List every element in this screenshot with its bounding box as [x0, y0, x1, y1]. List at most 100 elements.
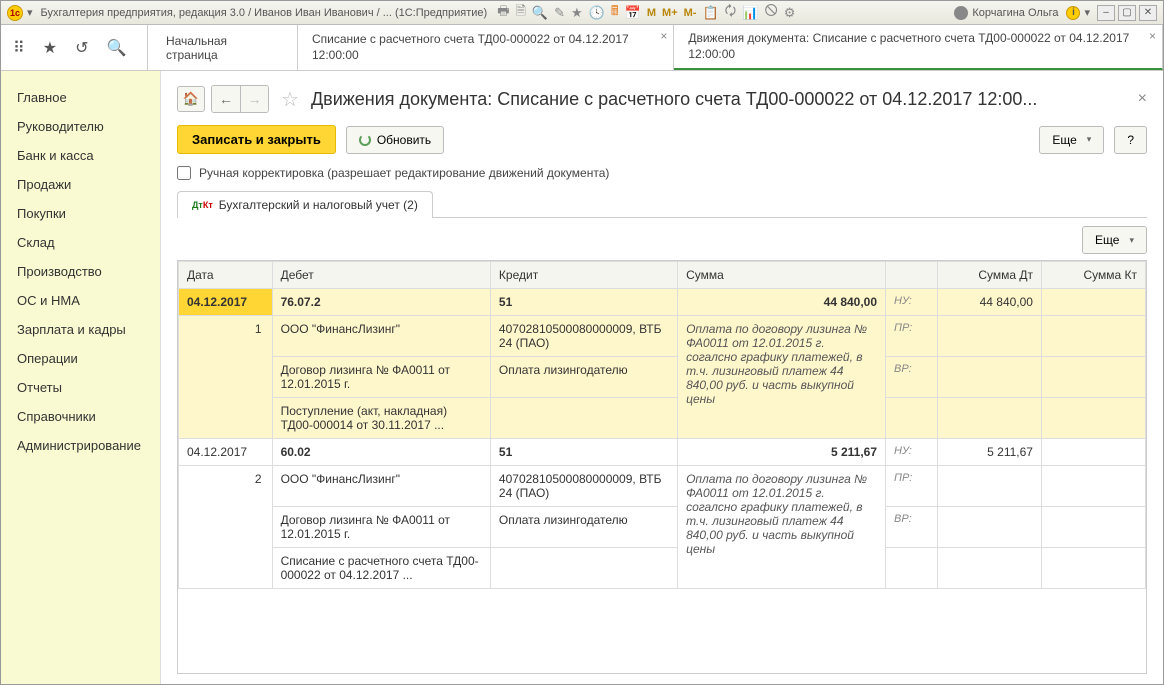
info-dropdown[interactable]: ▾: [1084, 6, 1090, 19]
cell-kredit-acc: 51: [490, 439, 677, 466]
back-button[interactable]: ←: [212, 86, 240, 112]
cell-pr-label: ПР:: [886, 316, 938, 357]
entry-subrow[interactable]: Списание с расчетного счета ТД00-000022 …: [179, 548, 1146, 589]
cell-descr: Оплата по договору лизинга № ФА0011 от 1…: [678, 316, 886, 439]
sidebar-item[interactable]: ОС и НМА: [1, 286, 160, 315]
sidebar-item[interactable]: Производство: [1, 257, 160, 286]
main-tabs: ⠿ ★ ↺ 🔍 Начальная страница Списание с ра…: [1, 25, 1163, 71]
header-row: 🏠 ← → ☆ Движения документа: Списание с р…: [177, 85, 1147, 113]
more-button[interactable]: Еще: [1039, 126, 1104, 154]
tab-document-1[interactable]: Списание с расчетного счета ТД00-000022 …: [298, 25, 674, 70]
cell-sum-kt: [1041, 289, 1145, 316]
manual-edit-checkbox-input[interactable]: [177, 166, 191, 180]
toolbar-icon[interactable]: ✎: [554, 5, 565, 21]
entry-subrow[interactable]: 2 ООО "ФинансЛизинг" 4070281050008000000…: [179, 466, 1146, 507]
toolstrip: ⠿ ★ ↺ 🔍: [1, 25, 148, 70]
entry-subrow[interactable]: Поступление (акт, накладная) ТД00-000014…: [179, 398, 1146, 439]
sidebar-item[interactable]: Банк и касса: [1, 141, 160, 170]
sidebar-item[interactable]: Справочники: [1, 402, 160, 431]
col-sum-dt[interactable]: Сумма Дт: [938, 262, 1042, 289]
info-icon[interactable]: i: [1066, 6, 1080, 20]
maximize-button[interactable]: ▢: [1118, 5, 1136, 21]
toolbar-icon[interactable]: 🗘: [725, 2, 737, 24]
app-menu-dropdown[interactable]: ▾: [27, 6, 33, 19]
help-button[interactable]: ?: [1114, 126, 1147, 154]
tab-start[interactable]: Начальная страница: [148, 25, 298, 70]
sidebar-item[interactable]: Продажи: [1, 170, 160, 199]
cell-vr-label: ВР:: [886, 357, 938, 398]
accounting-tab[interactable]: ДтКт Бухгалтерский и налоговый учет (2): [177, 191, 433, 218]
refresh-icon: [359, 134, 371, 146]
body: Главное Руководителю Банк и касса Продаж…: [1, 71, 1163, 684]
toolbar-icon[interactable]: 📊: [742, 5, 758, 21]
tab-document-2[interactable]: Движения документа: Списание с расчетног…: [674, 25, 1163, 70]
m-plus-button[interactable]: M+: [662, 7, 678, 19]
cell-debet-sub: Списание с расчетного счета ТД00-000022 …: [272, 548, 490, 589]
save-close-button[interactable]: Записать и закрыть: [177, 125, 336, 154]
sidebar-item[interactable]: Покупки: [1, 199, 160, 228]
app-window: 1c ▾ Бухгалтерия предприятия, редакция 3…: [0, 0, 1164, 685]
history-icon[interactable]: ↺: [75, 38, 88, 58]
search-icon[interactable]: 🔍: [106, 38, 126, 58]
toolbar-icon[interactable]: 📋: [702, 5, 718, 21]
entries-table: Дата Дебет Кредит Сумма Сумма Дт Сумма К…: [178, 261, 1146, 589]
entry-subrow[interactable]: Договор лизинга № ФА0011 от 12.01.2015 г…: [179, 507, 1146, 548]
minimize-button[interactable]: –: [1097, 5, 1115, 21]
history-icon[interactable]: 🕓: [589, 5, 605, 21]
cell-nu-label: НУ:: [886, 289, 938, 316]
forward-button[interactable]: →: [240, 86, 268, 112]
table-more-button[interactable]: Еще: [1082, 226, 1147, 254]
apps-icon[interactable]: ⠿: [13, 38, 25, 58]
sidebar-item[interactable]: Зарплата и кадры: [1, 315, 160, 344]
tab-label: Начальная страница: [166, 34, 279, 62]
cell-debet-sub: Поступление (акт, накладная) ТД00-000014…: [272, 398, 490, 439]
toolbar-icon[interactable]: 🔍: [532, 5, 548, 21]
calendar-icon[interactable]: 📅: [625, 5, 641, 21]
content: 🏠 ← → ☆ Движения документа: Списание с р…: [161, 71, 1163, 684]
sidebar-item[interactable]: Отчеты: [1, 373, 160, 402]
sidebar-item[interactable]: Операции: [1, 344, 160, 373]
entry-row[interactable]: 04.12.2017 60.02 51 5 211,67 НУ: 5 211,6…: [179, 439, 1146, 466]
manual-edit-checkbox[interactable]: Ручная корректировка (разрешает редактир…: [177, 166, 1147, 180]
toolbar-icon[interactable]: 🛇: [764, 2, 777, 24]
settings-icon[interactable]: ⚙: [784, 5, 796, 21]
sidebar-item[interactable]: Администрирование: [1, 431, 160, 460]
col-sum[interactable]: Сумма: [678, 262, 886, 289]
toolbar-icon[interactable]: 🗎: [515, 2, 525, 24]
sidebar-item[interactable]: Главное: [1, 83, 160, 112]
sidebar-item[interactable]: Руководителю: [1, 112, 160, 141]
cell-kredit-sub: 40702810500080000009, ВТБ 24 (ПАО): [490, 466, 677, 507]
m-button[interactable]: M: [647, 7, 656, 19]
dt-kt-icon: ДтКт: [192, 200, 213, 210]
refresh-button[interactable]: Обновить: [346, 126, 444, 154]
toolbar-icon[interactable]: 🖶: [497, 2, 509, 24]
home-button[interactable]: 🏠: [177, 86, 205, 112]
entry-row[interactable]: 04.12.2017 76.07.2 51 44 840,00 НУ: 44 8…: [179, 289, 1146, 316]
sidebar-item[interactable]: Склад: [1, 228, 160, 257]
entry-subrow[interactable]: Договор лизинга № ФА0011 от 12.01.2015 г…: [179, 357, 1146, 398]
cell-debet-acc: 76.07.2: [272, 289, 490, 316]
bookmark-star-icon[interactable]: ☆: [281, 87, 299, 112]
cell-debet-sub: ООО "ФинансЛизинг": [272, 316, 490, 357]
table-header-row: Дата Дебет Кредит Сумма Сумма Дт Сумма К…: [179, 262, 1146, 289]
col-debet[interactable]: Дебет: [272, 262, 490, 289]
close-button[interactable]: ✕: [1139, 5, 1157, 21]
col-kredit[interactable]: Кредит: [490, 262, 677, 289]
cell-sum: 44 840,00: [678, 289, 886, 316]
m-minus-button[interactable]: M-: [684, 7, 697, 19]
entries-table-wrap: Дата Дебет Кредит Сумма Сумма Дт Сумма К…: [177, 260, 1147, 674]
entry-subrow[interactable]: 1 ООО "ФинансЛизинг" 4070281050008000000…: [179, 316, 1146, 357]
col-lbl: [886, 262, 938, 289]
col-sum-kt[interactable]: Сумма Кт: [1041, 262, 1145, 289]
user-info[interactable]: Корчагина Ольга: [954, 6, 1058, 20]
cell-debet-sub: ООО "ФинансЛизинг": [272, 466, 490, 507]
calculator-icon[interactable]: 🖩: [611, 2, 619, 24]
page-close-icon[interactable]: ×: [1138, 90, 1147, 108]
tab-close-icon[interactable]: ×: [1149, 29, 1156, 45]
star-icon[interactable]: ★: [43, 38, 57, 58]
cell-debet-sub: Договор лизинга № ФА0011 от 12.01.2015 г…: [272, 507, 490, 548]
favorite-icon[interactable]: ★: [571, 5, 583, 21]
col-date[interactable]: Дата: [179, 262, 273, 289]
nav-arrows: ← →: [211, 85, 269, 113]
tab-close-icon[interactable]: ×: [660, 29, 667, 45]
